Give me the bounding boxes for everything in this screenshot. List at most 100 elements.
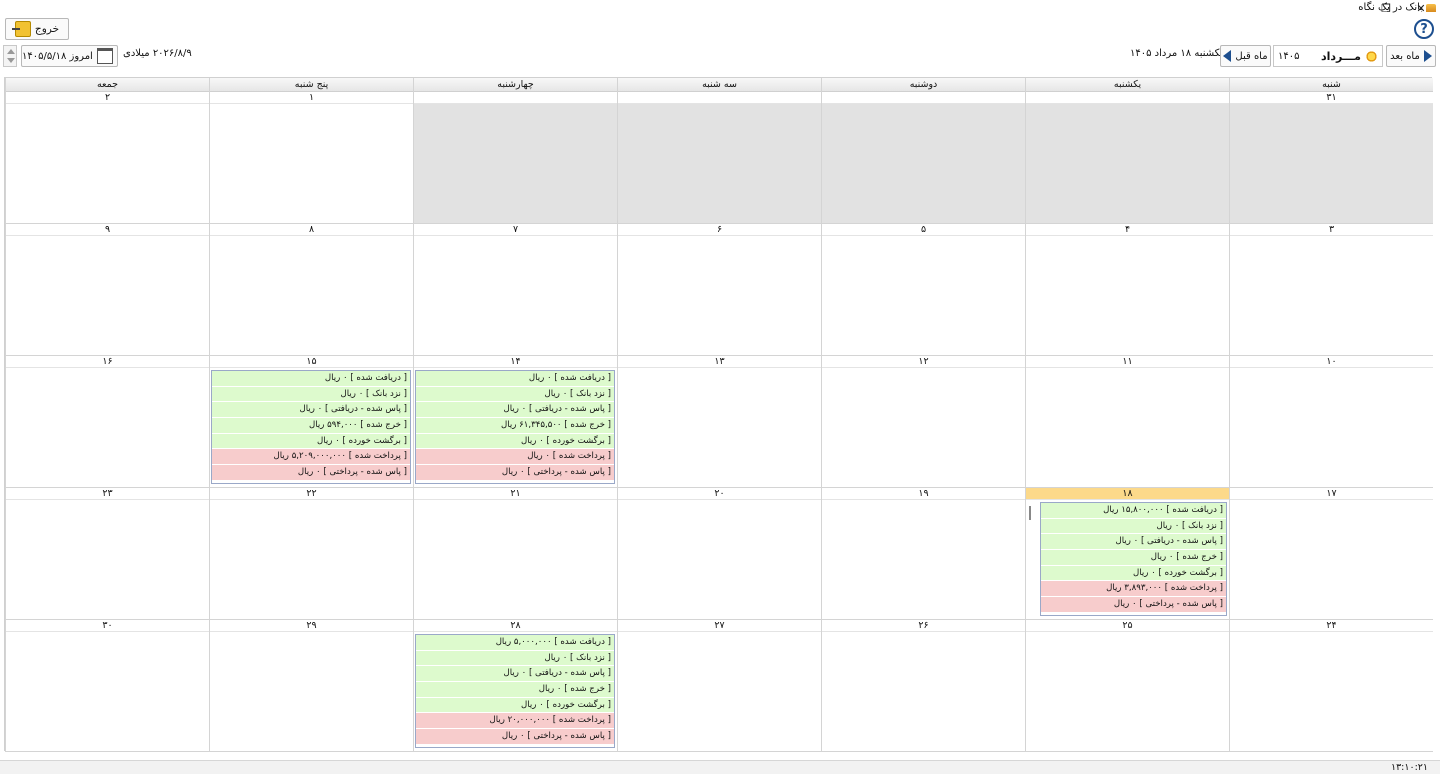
day-cell[interactable]: ۱۲ — [821, 356, 1025, 488]
event-income-item[interactable]: [ پاس شده - دریافتی ] ۰ ریال — [1041, 534, 1226, 551]
event-expense-item[interactable]: [ پاس شده - پرداختی ] ۰ ریال — [212, 465, 410, 481]
weekday-header-cell: پنج شنبه — [209, 78, 413, 92]
day-event-list[interactable]: [ دریافت شده ] ۱۵,۸۰۰,۰۰۰ ریال[ نزد بانک… — [1040, 502, 1227, 616]
day-cell[interactable]: ۸ — [209, 224, 413, 356]
day-cell[interactable]: ۲۸ [ دریافت شده ] ۵,۰۰۰,۰۰۰ ریال[ نزد بان… — [413, 620, 617, 752]
day-cell[interactable]: ۴ — [1025, 224, 1229, 356]
event-income-item[interactable]: [ نزد بانک ] ۰ ریال — [416, 650, 614, 667]
day-cell[interactable] — [821, 92, 1025, 224]
month-year-display: ۱۴۰۵ مـــرداد — [1273, 45, 1383, 67]
day-cell[interactable]: ۲ — [5, 92, 209, 224]
day-number — [414, 92, 617, 104]
day-body — [6, 104, 209, 223]
event-income-item[interactable]: [ نزد بانک ] ۰ ریال — [1041, 518, 1226, 535]
event-expense-item[interactable]: [ پرداخت شده ] ۲۰,۰۰۰,۰۰۰ ریال — [416, 713, 614, 730]
event-list-scrollbar[interactable] — [1029, 506, 1033, 520]
event-income-item[interactable]: [ برگشت خورده ] ۰ ریال — [1041, 565, 1226, 582]
day-cell[interactable]: ۳۰ — [5, 620, 209, 752]
day-number: ۴ — [1026, 224, 1229, 236]
status-bar: ۱۳:۱۰:۲۱ — [0, 760, 1440, 774]
day-number: ۸ — [210, 224, 413, 236]
day-cell[interactable]: ۶ — [617, 224, 821, 356]
day-body — [822, 368, 1025, 487]
day-cell[interactable]: ۱۷ — [1229, 488, 1433, 620]
event-income-item[interactable]: [ نزد بانک ] ۰ ریال — [212, 386, 410, 403]
today-label: امروز ۱۴۰۵/۵/۱۸ — [22, 50, 93, 62]
date-spinner[interactable] — [3, 45, 17, 67]
next-month-button[interactable]: ماه بعد — [1386, 45, 1436, 67]
event-income-item[interactable]: [ خرج شده ] ۰ ریال — [416, 682, 614, 698]
day-cell[interactable]: ۵ — [821, 224, 1025, 356]
day-cell[interactable]: ۱۶ — [5, 356, 209, 488]
day-cell[interactable]: ۲۵ — [1025, 620, 1229, 752]
status-clock: ۱۳:۱۰:۲۱ — [1390, 762, 1428, 773]
prev-month-button[interactable]: ماه قبل — [1220, 45, 1271, 67]
event-income-item[interactable]: [ برگشت خورده ] ۰ ریال — [212, 433, 410, 450]
today-button[interactable]: امروز ۱۴۰۵/۵/۱۸ — [21, 45, 118, 67]
event-expense-item[interactable]: [ پاس شده - پرداختی ] ۰ ریال — [1041, 597, 1226, 613]
day-body — [1230, 368, 1433, 487]
event-income-item[interactable]: [ برگشت خورده ] ۰ ریال — [416, 697, 614, 714]
event-income-item[interactable]: [ نزد بانک ] ۰ ریال — [416, 386, 614, 403]
restore-button[interactable]: ❐ — [1378, 1, 1394, 15]
day-cell[interactable]: ۱۴ [ دریافت شده ] ۰ ریال[ نزد بانک ] ۰ ری… — [413, 356, 617, 488]
event-expense-item[interactable]: [ پاس شده - پرداختی ] ۰ ریال — [416, 465, 614, 481]
event-income-item[interactable]: [ دریافت شده ] ۰ ریال — [212, 371, 410, 387]
event-expense-item[interactable]: [ پاس شده - پرداختی ] ۰ ریال — [416, 729, 614, 745]
event-expense-item[interactable]: [ پرداخت شده ] ۳,۸۹۳,۰۰۰ ریال — [1041, 581, 1226, 598]
day-cell[interactable] — [617, 92, 821, 224]
day-cell[interactable]: ۱۹ — [821, 488, 1025, 620]
exit-button[interactable]: خروج — [5, 18, 69, 40]
exit-label: خروج — [34, 23, 60, 35]
event-income-item[interactable]: [ برگشت خورده ] ۰ ریال — [416, 433, 614, 450]
day-cell[interactable] — [413, 92, 617, 224]
day-cell[interactable]: ۷ — [413, 224, 617, 356]
day-cell[interactable]: ۱۸ [ دریافت شده ] ۱۵,۸۰۰,۰۰۰ ریال[ نزد با… — [1025, 488, 1229, 620]
event-income-item[interactable]: [ پاس شده - دریافتی ] ۰ ریال — [212, 402, 410, 419]
day-number: ۱ — [210, 92, 413, 104]
day-cell[interactable]: ۲۰ — [617, 488, 821, 620]
day-cell[interactable]: ۲۱ — [413, 488, 617, 620]
day-cell[interactable]: ۱ — [209, 92, 413, 224]
day-cell[interactable] — [1025, 92, 1229, 224]
event-income-item[interactable]: [ پاس شده - دریافتی ] ۰ ریال — [416, 402, 614, 419]
day-cell[interactable]: ۲۹ — [209, 620, 413, 752]
day-number: ۲۱ — [414, 488, 617, 500]
day-cell[interactable]: ۳۱ — [1229, 92, 1433, 224]
day-body — [1230, 104, 1433, 223]
event-expense-item[interactable]: [ پرداخت شده ] ۰ ریال — [416, 449, 614, 466]
day-event-list[interactable]: [ دریافت شده ] ۰ ریال[ نزد بانک ] ۰ ریال… — [415, 370, 615, 484]
day-cell[interactable]: ۲۷ — [617, 620, 821, 752]
event-income-item[interactable]: [ خرج شده ] ۰ ریال — [1041, 550, 1226, 566]
event-income-item[interactable]: [ پاس شده - دریافتی ] ۰ ریال — [416, 666, 614, 683]
event-income-item[interactable]: [ خرج شده ] ۵۹۴,۰۰۰ ریال — [212, 418, 410, 434]
day-cell[interactable]: ۳ — [1229, 224, 1433, 356]
year-value: ۱۴۰۵ — [1278, 50, 1300, 62]
day-cell[interactable]: ۹ — [5, 224, 209, 356]
event-income-item[interactable]: [ دریافت شده ] ۵,۰۰۰,۰۰۰ ریال — [416, 635, 614, 651]
day-event-list[interactable]: [ دریافت شده ] ۵,۰۰۰,۰۰۰ ریال[ نزد بانک … — [415, 634, 615, 748]
day-event-list[interactable]: [ دریافت شده ] ۰ ریال[ نزد بانک ] ۰ ریال… — [211, 370, 411, 484]
day-cell[interactable]: ۱۱ — [1025, 356, 1229, 488]
event-income-item[interactable]: [ دریافت شده ] ۱۵,۸۰۰,۰۰۰ ریال — [1041, 503, 1226, 519]
day-number: ۱۱ — [1026, 356, 1229, 368]
event-income-item[interactable]: [ دریافت شده ] ۰ ریال — [416, 371, 614, 387]
title-bar: بانک در یک نگاه ❐ ✕ — [0, 0, 1440, 16]
weekday-header-cell: دوشنبه — [821, 78, 1025, 92]
close-button[interactable]: ✕ — [1413, 1, 1429, 15]
event-income-item[interactable]: [ خرج شده ] ۶۱,۳۴۵,۵۰۰ ریال — [416, 418, 614, 434]
day-body — [414, 104, 617, 223]
day-cell[interactable]: ۲۲ — [209, 488, 413, 620]
day-cell[interactable]: ۲۴ — [1229, 620, 1433, 752]
day-cell[interactable]: ۱۵ [ دریافت شده ] ۰ ریال[ نزد بانک ] ۰ ری… — [209, 356, 413, 488]
day-cell[interactable]: ۲۶ — [821, 620, 1025, 752]
help-button[interactable]: ? — [1414, 19, 1434, 39]
calendar-toolbar: امروز ۱۴۰۵/۵/۱۸ ۲۰۲۶/۸/۹ میلادی یکشنبه ۱… — [0, 43, 1440, 71]
day-body — [1230, 236, 1433, 355]
day-body — [618, 500, 821, 619]
day-cell[interactable]: ۲۳ — [5, 488, 209, 620]
day-cell[interactable]: ۱۰ — [1229, 356, 1433, 488]
day-cell[interactable]: ۱۳ — [617, 356, 821, 488]
day-body — [822, 104, 1025, 223]
event-expense-item[interactable]: [ پرداخت شده ] ۵,۲۰۹,۰۰۰,۰۰۰ ریال — [212, 449, 410, 466]
